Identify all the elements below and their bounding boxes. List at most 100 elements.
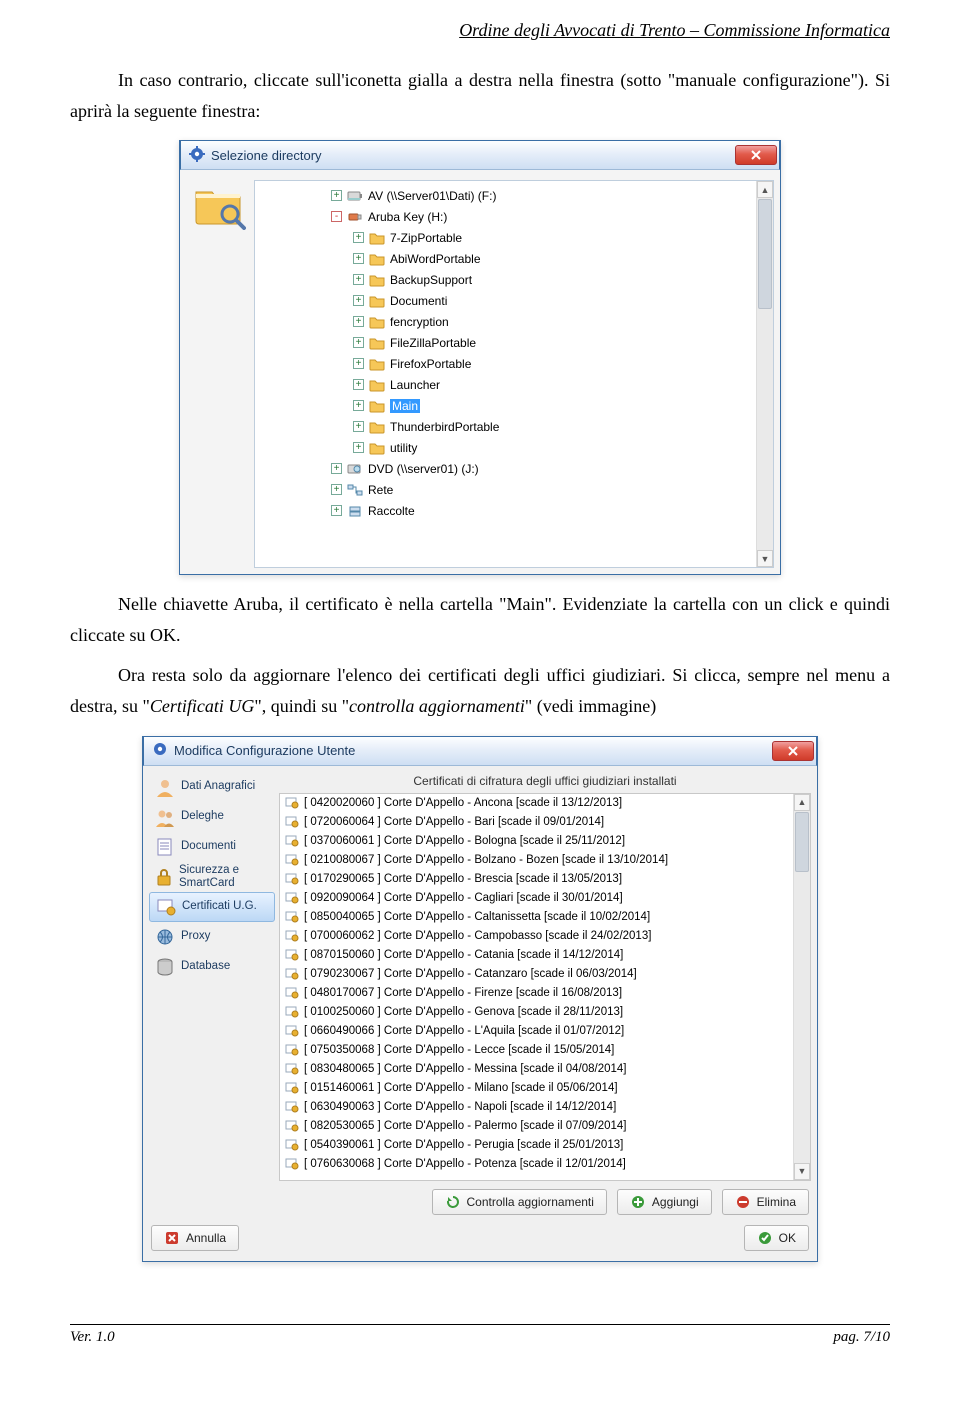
certificate-row[interactable]: [ 0700060062 ] Corte D'Appello - Campoba…	[280, 927, 810, 946]
certificate-row[interactable]: [ 0720060064 ] Corte D'Appello - Bari [s…	[280, 813, 810, 832]
tree-item[interactable]: +FirefoxPortable	[261, 353, 773, 374]
user-icon	[153, 776, 177, 798]
folder-icon	[368, 314, 386, 330]
proxy-icon	[153, 926, 177, 948]
expand-icon[interactable]: +	[353, 295, 364, 306]
certificate-row[interactable]: [ 0210080067 ] Corte D'Appello - Bolzano…	[280, 851, 810, 870]
sidebar-label: Certificati U.G.	[182, 900, 257, 913]
titlebar[interactable]: Modifica Configurazione Utente	[143, 736, 817, 766]
expand-icon[interactable]: +	[353, 400, 364, 411]
expand-icon[interactable]: +	[353, 379, 364, 390]
close-button[interactable]	[735, 145, 777, 165]
tree-item[interactable]: +AbiWordPortable	[261, 248, 773, 269]
expand-icon[interactable]: +	[353, 316, 364, 327]
certificate-row[interactable]: [ 0920090064 ] Corte D'Appello - Cagliar…	[280, 889, 810, 908]
lock-icon	[153, 866, 175, 888]
scroll-up[interactable]: ▲	[757, 181, 773, 198]
elimina-button[interactable]: Elimina	[722, 1189, 809, 1215]
controlla-aggiornamenti-button[interactable]: Controlla aggiornamenti	[432, 1189, 607, 1215]
tree-item[interactable]: +utility	[261, 437, 773, 458]
dialog-title: Selezione directory	[211, 148, 735, 163]
tree-item[interactable]: +fencryption	[261, 311, 773, 332]
certificate-row[interactable]: [ 0480170067 ] Corte D'Appello - Firenze…	[280, 984, 810, 1003]
expand-icon[interactable]: +	[353, 358, 364, 369]
certificate-row[interactable]: [ 0820530065 ] Corte D'Appello - Palermo…	[280, 1117, 810, 1136]
sidebar-item[interactable]: Deleghe	[149, 802, 275, 832]
certificate-row[interactable]: [ 0850040065 ] Corte D'Appello - Caltani…	[280, 908, 810, 927]
certificate-row[interactable]: [ 0870150060 ] Corte D'Appello - Catania…	[280, 946, 810, 965]
scroll-up[interactable]: ▲	[794, 794, 810, 811]
tree-item[interactable]: +Raccolte	[261, 500, 773, 521]
tree-item[interactable]: +FileZillaPortable	[261, 332, 773, 353]
net-icon	[346, 482, 364, 498]
expand-icon[interactable]: +	[353, 442, 364, 453]
cert-label: [ 0100250060 ] Corte D'Appello - Genova …	[304, 1006, 623, 1018]
expand-icon[interactable]: +	[353, 274, 364, 285]
annulla-button[interactable]: Annulla	[151, 1225, 239, 1251]
cert-label: [ 0630490063 ] Corte D'Appello - Napoli …	[304, 1101, 616, 1113]
aggiungi-button[interactable]: Aggiungi	[617, 1189, 712, 1215]
certificate-row[interactable]: [ 0630490063 ] Corte D'Appello - Napoli …	[280, 1098, 810, 1117]
certificate-row[interactable]: [ 0540390061 ] Corte D'Appello - Perugia…	[280, 1136, 810, 1155]
certificate-row[interactable]: [ 0100250060 ] Corte D'Appello - Genova …	[280, 1003, 810, 1022]
expand-icon[interactable]: +	[331, 190, 342, 201]
cert-icon	[284, 1119, 300, 1133]
tree-item[interactable]: +7-ZipPortable	[261, 227, 773, 248]
certificate-row[interactable]: [ 0660490066 ] Corte D'Appello - L'Aquil…	[280, 1022, 810, 1041]
scroll-down[interactable]: ▼	[794, 1163, 810, 1180]
expand-icon[interactable]: +	[353, 337, 364, 348]
expand-icon[interactable]: +	[331, 463, 342, 474]
scroll-thumb[interactable]	[758, 199, 772, 309]
tree-label: Launcher	[390, 378, 440, 392]
certificate-list[interactable]: [ 0420020060 ] Corte D'Appello - Ancona …	[279, 793, 811, 1181]
cert-label: [ 0750350068 ] Corte D'Appello - Lecce […	[304, 1044, 614, 1056]
directory-tree[interactable]: +AV (\\Server01\Dati) (F:)-Aruba Key (H:…	[254, 180, 774, 568]
scrollbar-vertical[interactable]: ▲ ▼	[793, 794, 810, 1180]
certificate-row[interactable]: [ 0750350068 ] Corte D'Appello - Lecce […	[280, 1041, 810, 1060]
expand-icon[interactable]: +	[331, 484, 342, 495]
scroll-thumb[interactable]	[795, 812, 809, 872]
tree-item[interactable]: -Aruba Key (H:)	[261, 206, 773, 227]
certificate-row[interactable]: [ 0760630068 ] Corte D'Appello - Potenza…	[280, 1155, 810, 1174]
scrollbar-vertical[interactable]: ▲ ▼	[756, 181, 773, 567]
ok-button[interactable]: OK	[744, 1225, 809, 1251]
expand-icon[interactable]: -	[331, 211, 342, 222]
cert-icon	[284, 1157, 300, 1171]
sidebar-item[interactable]: Certificati U.G.	[149, 892, 275, 922]
sidebar-item[interactable]: Documenti	[149, 832, 275, 862]
certificate-row[interactable]: [ 0830480065 ] Corte D'Appello - Messina…	[280, 1060, 810, 1079]
cert-label: [ 0820530065 ] Corte D'Appello - Palermo…	[304, 1120, 626, 1132]
cancel-icon	[164, 1230, 180, 1246]
expand-icon[interactable]: +	[353, 253, 364, 264]
tree-item[interactable]: +Rete	[261, 479, 773, 500]
cert-label: [ 0920090064 ] Corte D'Appello - Cagliar…	[304, 892, 623, 904]
sidebar-item[interactable]: Dati Anagrafici	[149, 772, 275, 802]
certificate-row[interactable]: [ 0420020060 ] Corte D'Appello - Ancona …	[280, 794, 810, 813]
expand-icon[interactable]: +	[353, 232, 364, 243]
certificate-row[interactable]: [ 0370060061 ] Corte D'Appello - Bologna…	[280, 832, 810, 851]
cert-icon	[284, 1043, 300, 1057]
gear-icon	[189, 146, 205, 165]
tree-item[interactable]: +ThunderbirdPortable	[261, 416, 773, 437]
sidebar-item[interactable]: Sicurezza e SmartCard	[149, 862, 275, 892]
tree-item[interactable]: +DVD (\\server01) (J:)	[261, 458, 773, 479]
sidebar: Dati AnagraficiDelegheDocumentiSicurezza…	[149, 772, 279, 1217]
close-button[interactable]	[772, 741, 814, 761]
tree-item[interactable]: +Documenti	[261, 290, 773, 311]
tree-item[interactable]: + Launcher	[261, 374, 773, 395]
sidebar-item[interactable]: Proxy	[149, 922, 275, 952]
tree-item[interactable]: +Main	[261, 395, 773, 416]
sidebar-item[interactable]: Database	[149, 952, 275, 982]
tree-item[interactable]: +AV (\\Server01\Dati) (F:)	[261, 185, 773, 206]
tree-item[interactable]: +BackupSupport	[261, 269, 773, 290]
certificate-row[interactable]: [ 0170290065 ] Corte D'Appello - Brescia…	[280, 870, 810, 889]
certificate-row[interactable]: [ 0151460061 ] Corte D'Appello - Milano …	[280, 1079, 810, 1098]
scroll-down[interactable]: ▼	[757, 550, 773, 567]
certificate-row[interactable]: [ 0790230067 ] Corte D'Appello - Catanza…	[280, 965, 810, 984]
titlebar[interactable]: Selezione directory	[180, 140, 780, 170]
cert-label: [ 0170290065 ] Corte D'Appello - Brescia…	[304, 873, 622, 885]
expand-icon[interactable]: +	[331, 505, 342, 516]
expand-icon[interactable]: +	[353, 421, 364, 432]
dialog-title: Modifica Configurazione Utente	[174, 743, 772, 758]
cert-label: [ 0420020060 ] Corte D'Appello - Ancona …	[304, 797, 622, 809]
